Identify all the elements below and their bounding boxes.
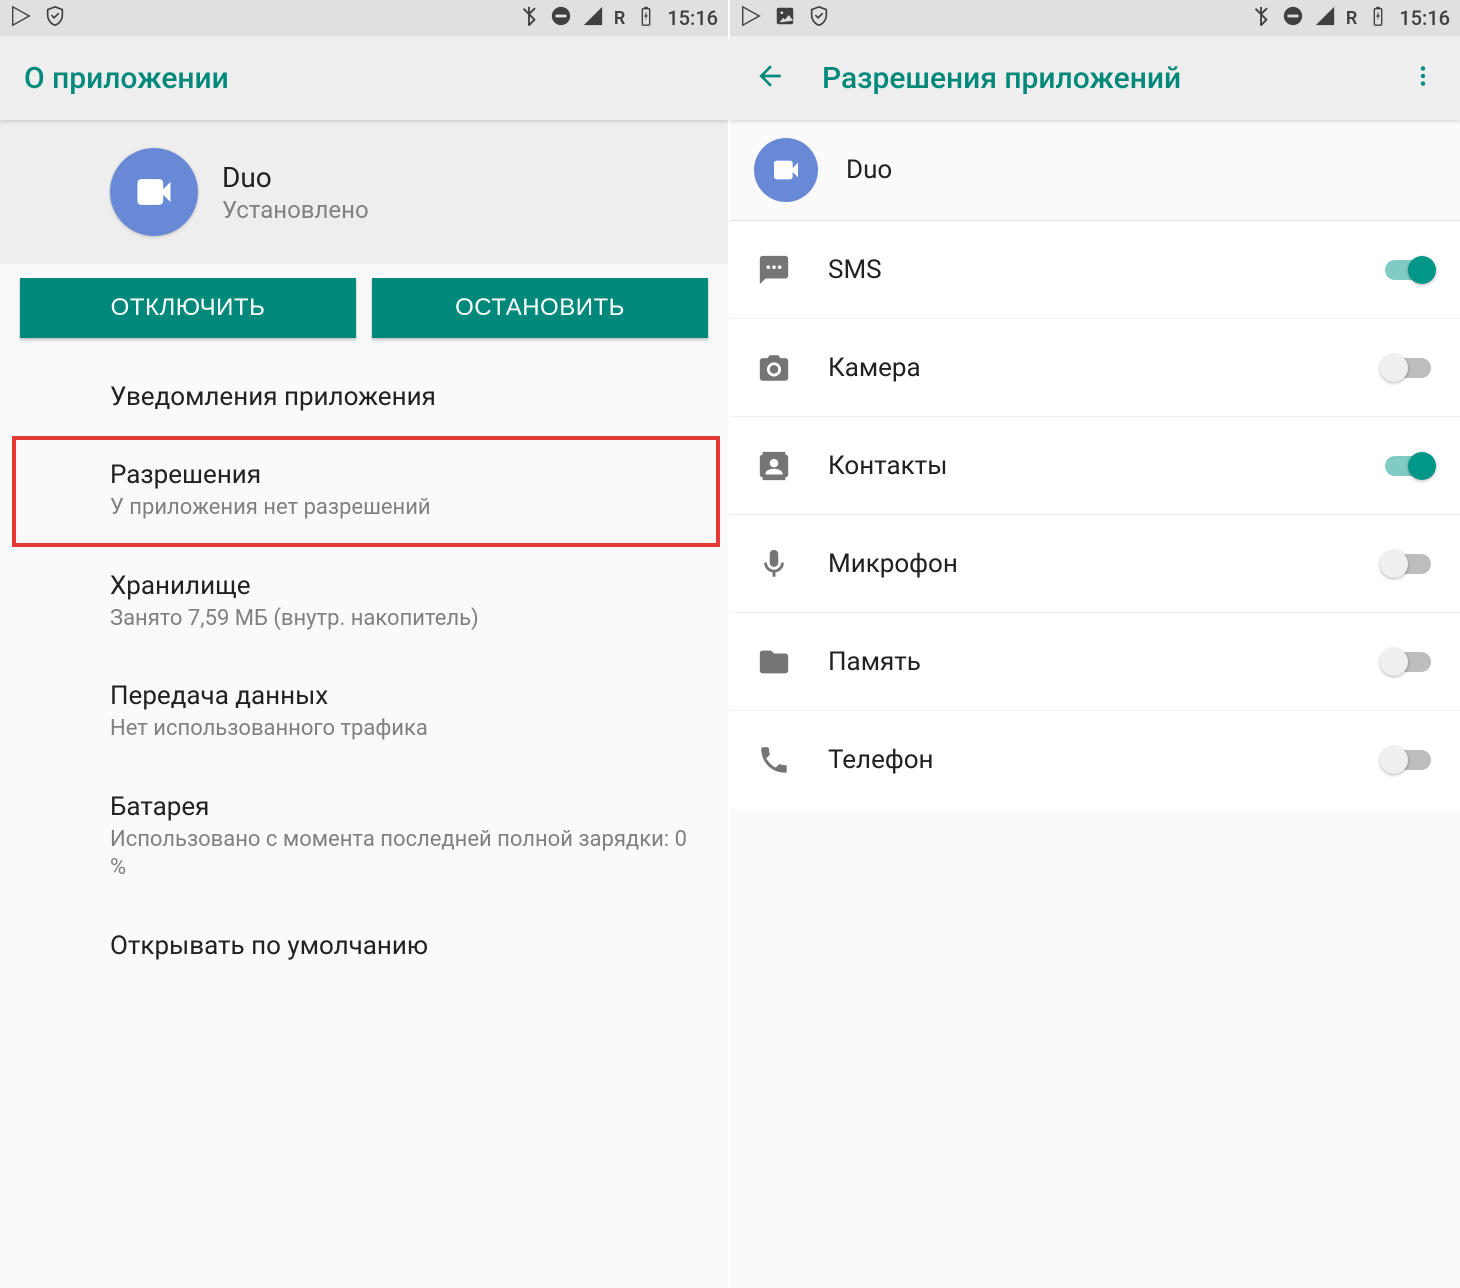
setting-title: Открывать по умолчанию xyxy=(110,931,704,961)
status-bar: R 15:16 xyxy=(0,0,728,36)
permission-label: Камера xyxy=(828,353,1346,383)
setting-permissions[interactable]: Разрешения У приложения нет разрешений xyxy=(12,436,720,547)
setting-data-usage[interactable]: Передача данных Нет использованного траф… xyxy=(0,657,728,768)
setting-title: Уведомления приложения xyxy=(110,382,704,412)
shield-icon xyxy=(44,5,66,32)
permission-row-phone[interactable]: Телефон xyxy=(730,711,1460,809)
appbar-title: Разрешения приложений xyxy=(822,61,1410,96)
permission-row-folder[interactable]: Память xyxy=(730,613,1460,711)
app-name: Duo xyxy=(222,161,369,194)
blank-space xyxy=(730,809,1460,1288)
overflow-menu-button[interactable] xyxy=(1410,63,1436,93)
permission-label: SMS xyxy=(828,255,1346,285)
phone-right-permissions: R 15:16 Разрешения приложений Duo SMS Кам… xyxy=(730,0,1460,1288)
camera-icon xyxy=(754,351,794,385)
roaming-label: R xyxy=(1346,8,1357,29)
app-install-status: Установлено xyxy=(222,196,369,224)
setting-title: Передача данных xyxy=(110,681,704,711)
permission-list: SMS Камера Контакты Микрофон Память Телефон xyxy=(730,221,1460,809)
permission-toggle[interactable] xyxy=(1380,451,1436,481)
setting-subtitle: Нет использованного трафика xyxy=(110,715,704,744)
permission-row-camera[interactable]: Камера xyxy=(730,319,1460,417)
status-bar: R 15:16 xyxy=(730,0,1460,36)
permission-label: Контакты xyxy=(828,451,1346,481)
setting-storage[interactable]: Хранилище Занято 7,59 МБ (внутр. накопит… xyxy=(0,547,728,658)
duo-app-icon xyxy=(754,138,818,202)
permission-toggle[interactable] xyxy=(1380,549,1436,579)
permission-label: Микрофон xyxy=(828,549,1346,579)
roaming-label: R xyxy=(614,8,625,29)
phone-left-app-info: R 15:16 О приложении Duo Установлено ОТК… xyxy=(0,0,730,1288)
gallery-icon xyxy=(774,5,796,32)
permission-toggle[interactable] xyxy=(1380,745,1436,775)
setting-title: Хранилище xyxy=(110,571,704,601)
battery-icon xyxy=(1367,5,1389,32)
contacts-icon xyxy=(754,449,794,483)
permission-label: Память xyxy=(828,647,1346,677)
permission-toggle[interactable] xyxy=(1380,647,1436,677)
app-header: Duo Установлено xyxy=(0,120,728,264)
signal-icon xyxy=(1314,5,1336,32)
clock-time: 15:16 xyxy=(667,6,718,30)
app-name: Duo xyxy=(846,155,892,185)
permission-row-sms[interactable]: SMS xyxy=(730,221,1460,319)
clock-time: 15:16 xyxy=(1399,6,1450,30)
dnd-icon xyxy=(550,5,572,32)
sms-icon xyxy=(754,253,794,287)
force-stop-button[interactable]: ОСТАНОВИТЬ xyxy=(372,278,708,338)
permission-toggle[interactable] xyxy=(1380,353,1436,383)
setting-notifications[interactable]: Уведомления приложения xyxy=(0,358,728,436)
setting-subtitle: Занято 7,59 МБ (внутр. накопитель) xyxy=(110,605,704,634)
setting-title: Разрешения xyxy=(110,460,696,490)
permission-toggle[interactable] xyxy=(1380,255,1436,285)
setting-subtitle: У приложения нет разрешений xyxy=(110,494,696,523)
folder-icon xyxy=(754,645,794,679)
setting-open-by-default[interactable]: Открывать по умолчанию xyxy=(0,907,728,985)
play-store-icon xyxy=(740,5,762,32)
disable-button[interactable]: ОТКЛЮЧИТЬ xyxy=(20,278,356,338)
dnd-icon xyxy=(1282,5,1304,32)
permission-row-contacts[interactable]: Контакты xyxy=(730,417,1460,515)
play-store-icon xyxy=(10,5,32,32)
phone-icon xyxy=(754,743,794,777)
bluetooth-icon xyxy=(1250,5,1272,32)
setting-title: Батарея xyxy=(110,792,704,822)
perm-app-header: Duo xyxy=(730,120,1460,221)
back-button[interactable] xyxy=(754,60,786,96)
appbar-title: О приложении xyxy=(0,36,728,120)
appbar: Разрешения приложений xyxy=(730,36,1460,120)
duo-app-icon xyxy=(110,148,198,236)
setting-subtitle: Использовано с момента последней полной … xyxy=(110,826,704,883)
battery-icon xyxy=(635,5,657,32)
signal-icon xyxy=(582,5,604,32)
permission-row-mic[interactable]: Микрофон xyxy=(730,515,1460,613)
bluetooth-icon xyxy=(518,5,540,32)
shield-icon xyxy=(808,5,830,32)
mic-icon xyxy=(754,547,794,581)
permission-label: Телефон xyxy=(828,745,1346,775)
setting-battery[interactable]: Батарея Использовано с момента последней… xyxy=(0,768,728,907)
